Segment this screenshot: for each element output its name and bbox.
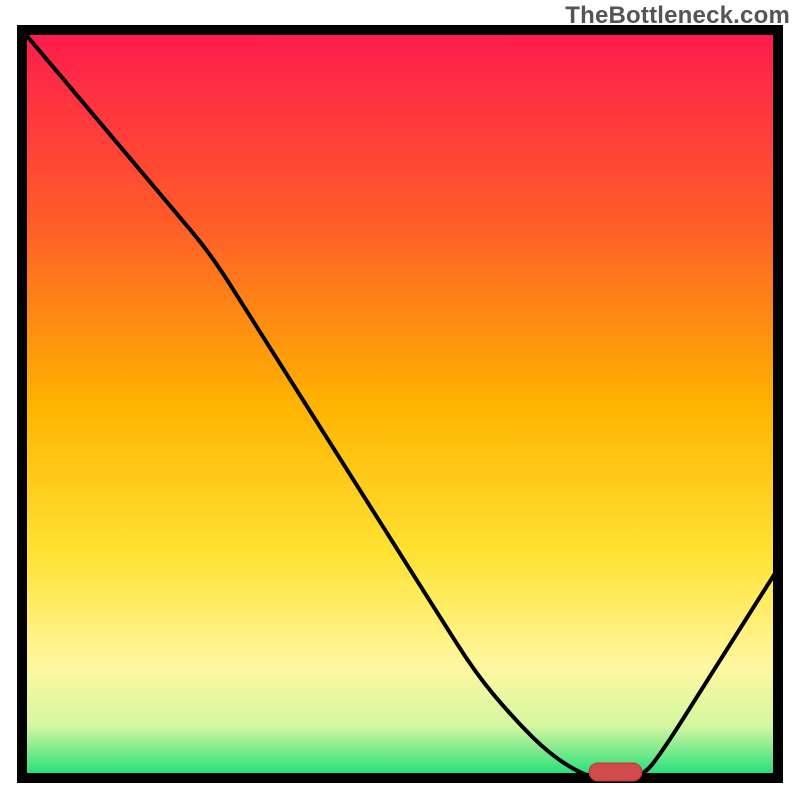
chart-container: { "watermark": "TheBottleneck.com", "cha… — [0, 0, 800, 800]
optimal-range-marker — [589, 763, 642, 781]
gradient-background — [22, 30, 778, 778]
bottleneck-chart — [0, 0, 800, 800]
watermark-text: TheBottleneck.com — [565, 2, 790, 30]
